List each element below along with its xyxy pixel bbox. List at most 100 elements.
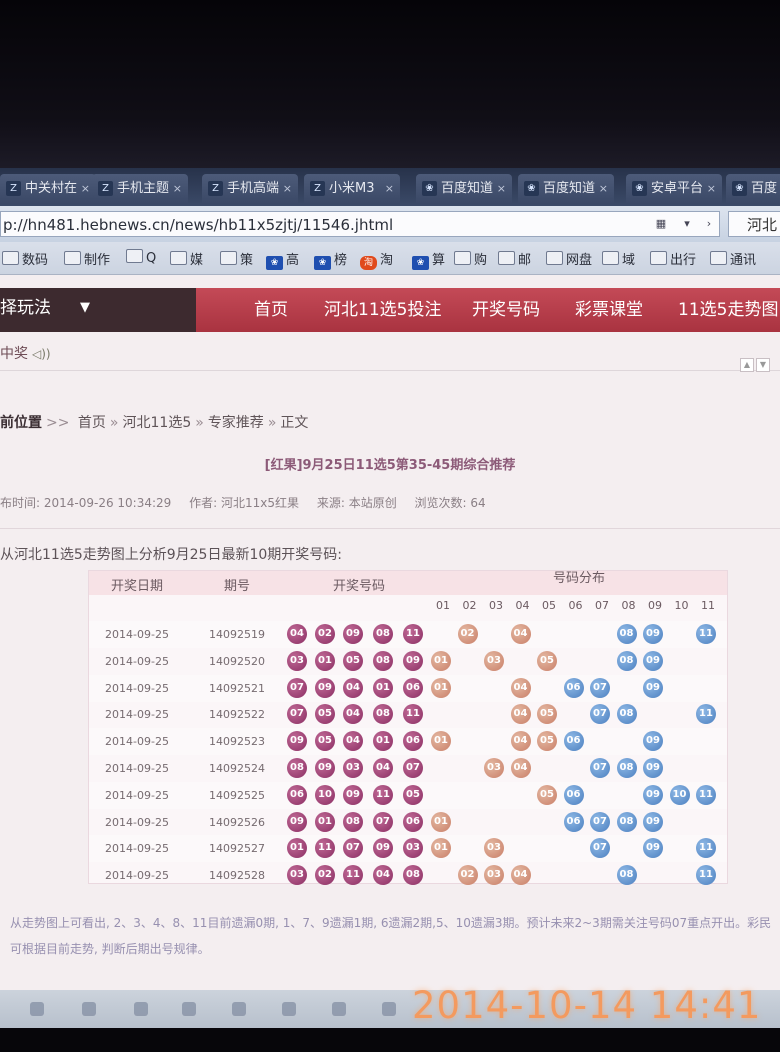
- nav-item[interactable]: 11选5走势图: [678, 288, 778, 332]
- bookmark-label: 高: [286, 253, 300, 268]
- scroll-up-icon[interactable]: ▲: [740, 358, 754, 372]
- taskbar-app-icon[interactable]: [82, 1002, 96, 1016]
- bookmark-item[interactable]: ❀ 榜: [314, 249, 347, 270]
- bookmark-item[interactable]: 邮: [498, 249, 531, 268]
- zol-icon: Z: [208, 181, 223, 196]
- nav-item[interactable]: 开奖号码: [472, 288, 540, 332]
- distribution-ball: 08: [616, 624, 637, 644]
- draw-ball: 08: [373, 624, 393, 644]
- chevron-icon: »: [267, 415, 277, 431]
- qr-code-icon[interactable]: ▦: [653, 216, 669, 232]
- folder-icon: [710, 251, 727, 265]
- draw-ball: 06: [287, 784, 307, 805]
- taskbar-app-icon[interactable]: [332, 1002, 346, 1016]
- close-icon[interactable]: ×: [497, 174, 506, 204]
- distribution-ball: 04: [510, 624, 531, 644]
- tab-item[interactable]: ❀ 百度知道 ×: [518, 174, 614, 204]
- bookmark-item[interactable]: 网盘: [546, 249, 592, 268]
- draw-ball: 08: [373, 704, 393, 725]
- table-row: 2014-09-25 14092524 08 09 03 04 07 03 04 07 08 09: [89, 755, 727, 782]
- tab-item[interactable]: ❀ 百度: [726, 174, 780, 204]
- draw-ball: 02: [315, 865, 335, 886]
- number-header: 02: [462, 599, 477, 612]
- distribution-ball: 04: [510, 865, 531, 886]
- bookmark-item[interactable]: 出行: [650, 249, 696, 268]
- taskbar-app-icon[interactable]: [134, 1002, 148, 1016]
- taskbar-app-icon[interactable]: [232, 1002, 246, 1016]
- tab-item[interactable]: Z 手机主题 ×: [92, 174, 188, 204]
- folder-icon: [602, 251, 619, 265]
- number-header: 11: [701, 599, 715, 612]
- distribution-ball: 06: [563, 731, 584, 752]
- bookmark-label: 榜: [334, 253, 348, 268]
- url-input[interactable]: p://hn481.hebnews.cn/news/hb11x5zjtj/115…: [0, 211, 720, 237]
- table-row: 2014-09-25 14092519 04 02 09 08 11 11 02 04 08 09: [89, 621, 727, 648]
- tab-item[interactable]: Z 中关村在 ×: [0, 174, 96, 204]
- table-row: 2014-09-25 14092527 01 11 07 09 03 11 01 03 07 09: [89, 835, 727, 863]
- distribution-ball: 03: [484, 838, 504, 859]
- tab-label: 手机高端: [227, 181, 280, 196]
- bookmark-item[interactable]: 数码: [2, 249, 48, 268]
- bookmark-item[interactable]: 通讯: [710, 249, 756, 268]
- bookmark-item[interactable]: 制作: [64, 249, 110, 268]
- distribution-ball: 11: [696, 838, 716, 859]
- search-input[interactable]: 河北: [728, 211, 780, 237]
- breadcrumb-item[interactable]: 专家推荐: [208, 415, 264, 431]
- taskbar-app-icon[interactable]: [282, 1002, 296, 1016]
- draw-ball: 05: [403, 784, 423, 805]
- close-icon[interactable]: ×: [81, 174, 90, 204]
- distribution-ball: 03: [484, 865, 504, 886]
- tab-bar: Z 中关村在 × Z 手机主题 × Z 手机高端 × Z 小米M3 × ❀ 百度知道 × ❀ 百度知道 × ❀ 安卓平…: [0, 168, 780, 206]
- tab-label: 百度知道: [543, 181, 596, 196]
- tab-item[interactable]: ❀ 百度知道 ×: [416, 174, 512, 204]
- bookmark-item[interactable]: Q: [126, 249, 156, 266]
- nav-item[interactable]: 首页: [254, 288, 288, 332]
- folder-icon: [498, 251, 515, 265]
- close-icon[interactable]: ×: [385, 174, 394, 204]
- distribution-ball: 04: [510, 731, 531, 752]
- play-menu-label: 选择玩法: [0, 298, 51, 318]
- distribution-ball: 09: [643, 624, 663, 644]
- bookmark-item[interactable]: 淘淘: [360, 249, 393, 270]
- play-menu[interactable]: 选择玩法 ▼: [0, 288, 196, 332]
- scroll-down-icon[interactable]: ▼: [756, 358, 770, 372]
- bookmark-item[interactable]: ❀ 算: [412, 249, 445, 270]
- close-icon[interactable]: ×: [283, 174, 292, 204]
- nav-item[interactable]: 彩票课堂: [575, 288, 643, 332]
- bookmark-item[interactable]: 媒: [170, 249, 203, 268]
- dropdown-arrow-icon[interactable]: ▾: [679, 216, 695, 232]
- breadcrumb-item[interactable]: 首页: [78, 415, 106, 431]
- zol-icon: Z: [6, 181, 21, 196]
- draw-ball: 07: [403, 758, 423, 778]
- bookmark-item[interactable]: 购: [454, 249, 487, 268]
- nav-item[interactable]: 河北11选5投注: [324, 288, 441, 332]
- close-icon[interactable]: ×: [173, 174, 182, 204]
- bookmark-item[interactable]: 策: [220, 249, 253, 268]
- taskbar-app-icon[interactable]: [182, 1002, 196, 1016]
- monitor-bezel-bottom: [0, 1028, 780, 1052]
- bookmark-item[interactable]: 域: [602, 249, 635, 268]
- draw-date: 2014-09-25: [105, 788, 169, 802]
- distribution-ball: 03: [484, 758, 504, 778]
- draw-ball: 01: [373, 731, 393, 752]
- tab-item[interactable]: Z 小米M3 ×: [304, 174, 400, 204]
- draw-ball: 11: [373, 784, 393, 805]
- distribution-ball: 08: [616, 811, 637, 832]
- caret-down-icon: ▼: [80, 300, 90, 315]
- draw-ball: 09: [373, 838, 393, 859]
- close-icon[interactable]: ×: [599, 174, 608, 204]
- bookmark-label: 出行: [670, 253, 697, 268]
- bookmark-item[interactable]: ❀ 高: [266, 249, 299, 270]
- paw-icon: ❀: [732, 181, 747, 196]
- breadcrumb-item[interactable]: 河北11选5: [123, 415, 192, 431]
- draw-ball: 01: [315, 811, 335, 832]
- bookmark-label: 策: [240, 253, 254, 268]
- close-icon[interactable]: ×: [707, 174, 716, 204]
- tab-item[interactable]: ❀ 安卓平台 ×: [626, 174, 722, 204]
- speaker-icon: ◁)): [32, 347, 51, 361]
- taskbar-app-icon[interactable]: [382, 1002, 396, 1016]
- taskbar-app-icon[interactable]: [30, 1002, 44, 1016]
- paw-icon: ❀: [422, 181, 437, 196]
- go-arrow-icon[interactable]: ›: [701, 216, 717, 232]
- tab-item[interactable]: Z 手机高端 ×: [202, 174, 298, 204]
